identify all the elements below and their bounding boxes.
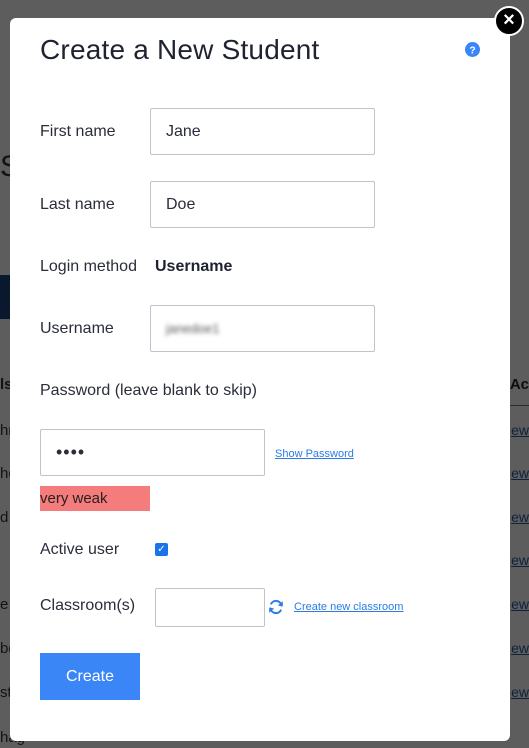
username-input[interactable]: janedoe1 <box>150 305 375 352</box>
login-method-label: Login method <box>40 258 137 275</box>
create-button[interactable]: Create <box>40 653 140 700</box>
question-circle-icon[interactable]: ? <box>465 42 480 57</box>
create-new-classroom-link[interactable]: Create new classroom <box>294 601 403 613</box>
show-password-link[interactable]: Show Password <box>275 448 354 460</box>
username-value: janedoe1 <box>166 321 220 336</box>
create-student-modal: Create a New Student ? First name Last n… <box>10 18 510 741</box>
close-button[interactable]: × <box>494 6 524 36</box>
classroom-input[interactable] <box>155 588 265 627</box>
password-strength-indicator: very weak <box>40 486 150 511</box>
last-name-input[interactable] <box>150 181 375 228</box>
first-name-input[interactable] <box>150 108 375 155</box>
password-label: Password (leave blank to skip) <box>40 382 257 399</box>
refresh-icon[interactable] <box>268 599 284 615</box>
login-method-value: Username <box>155 258 233 275</box>
classroom-label: Classroom(s) <box>40 597 136 614</box>
password-input[interactable] <box>40 429 265 476</box>
svg-text:?: ? <box>469 45 475 56</box>
first-name-label: First name <box>40 123 116 140</box>
active-user-label: Active user <box>40 541 120 558</box>
last-name-label: Last name <box>40 196 115 213</box>
username-label: Username <box>40 320 114 337</box>
modal-title: Create a New Student <box>40 34 320 65</box>
active-user-checkbox[interactable]: ✓ <box>155 543 168 556</box>
